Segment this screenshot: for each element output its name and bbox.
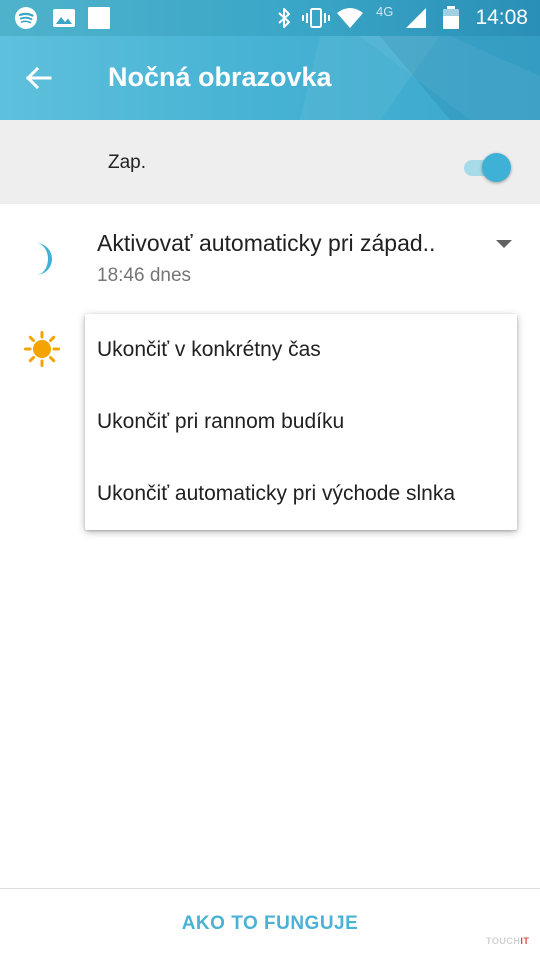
menu-item-label: Ukončiť pri rannom budíku (97, 410, 345, 433)
battery-icon (443, 6, 459, 29)
menu-item-end-specific-time[interactable]: Ukončiť v konkrétny čas (85, 314, 517, 386)
menu-item-end-morning-alarm[interactable]: Ukončiť pri rannom budíku (85, 386, 517, 458)
back-button[interactable] (20, 58, 64, 98)
schedule-start-row[interactable]: Aktivovať automaticky pri západ.. 18:46 … (0, 204, 540, 304)
dropdown-arrow-icon[interactable] (494, 238, 514, 250)
app-bar: Nočná obrazovka (0, 36, 540, 120)
toggle-thumb (482, 153, 511, 182)
how-it-works-label: AKO TO FUNGUJE (181, 913, 359, 934)
schedule-start-title: Aktivovať automaticky pri západ.. (97, 230, 436, 256)
cell-signal-icon (406, 8, 426, 28)
menu-item-label: Ukončiť automaticky pri východe slnka (97, 482, 456, 505)
network-type-label: 4G (376, 4, 394, 19)
watermark-suffix: IT (520, 936, 530, 946)
app-bar-decoration (300, 36, 540, 120)
watermark-prefix: TOUCH (486, 936, 521, 946)
page-title: Nočná obrazovka (108, 62, 332, 92)
status-time: 14:08 (475, 6, 528, 29)
moon-icon (36, 243, 52, 275)
master-toggle[interactable] (462, 150, 514, 184)
spotify-icon (15, 7, 37, 29)
bluetooth-icon (278, 8, 290, 28)
vibrate-icon (302, 8, 330, 28)
arrow-left-icon (25, 66, 52, 90)
how-it-works-button[interactable]: AKO TO FUNGUJE (0, 889, 540, 960)
status-bar: 4G 14:08 (0, 0, 540, 36)
blank-notification-icon (88, 7, 110, 29)
master-switch-label: Zap. (108, 152, 147, 173)
watermark-logo: TOUCHIT (486, 936, 529, 946)
menu-item-label: Ukončiť v konkrétny čas (97, 338, 321, 361)
end-option-dropdown-menu: Ukončiť v konkrétny čas Ukončiť pri rann… (85, 314, 517, 530)
schedule-start-time: 18:46 dnes (97, 265, 192, 286)
sun-icon (24, 331, 60, 367)
wifi-icon (337, 8, 363, 28)
gallery-icon (53, 9, 75, 27)
menu-item-end-sunrise[interactable]: Ukončiť automaticky pri východe slnka (85, 458, 517, 530)
master-switch-row[interactable]: Zap. (0, 120, 540, 204)
